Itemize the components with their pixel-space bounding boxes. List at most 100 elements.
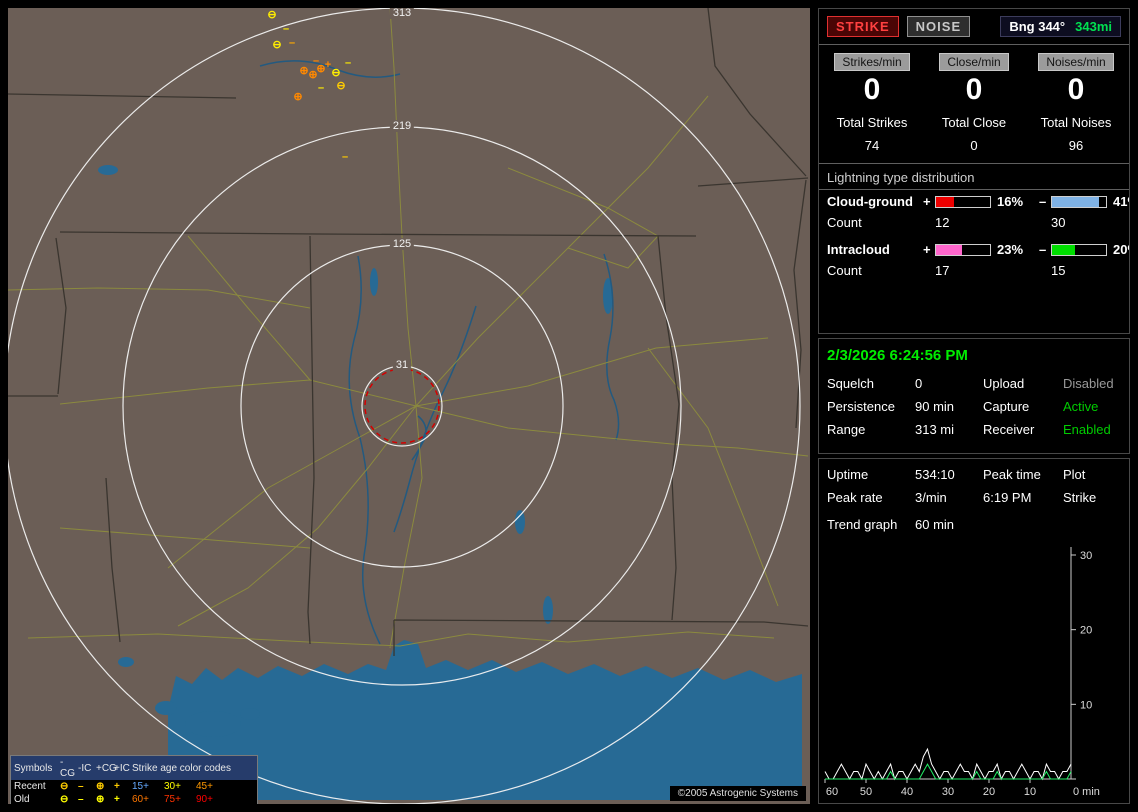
capture-label: Capture — [983, 399, 1063, 414]
age-code-45: 45+ — [196, 781, 228, 792]
legend-header: Symbols -CG -IC +CG +IC Strike age color… — [11, 756, 257, 780]
svg-text:10: 10 — [1024, 786, 1036, 798]
neg-ic-icon: – — [78, 781, 96, 792]
neg-cg-icon: ⊖ — [60, 794, 78, 804]
mode-toolbar: STRIKE NOISE Bng 344° 343mi — [819, 9, 1129, 44]
ic-plus-pct: 23% — [997, 242, 1039, 257]
count-label: Count — [827, 215, 923, 230]
strikes-rate-column: Strikes/min 0 Total Strikes 74 — [821, 53, 923, 153]
trend-graph: 3020106050403020100 min — [823, 543, 1129, 803]
cg-plus-pct: 16% — [997, 194, 1039, 209]
ic-plus-count: 17 — [935, 263, 997, 278]
legend-old-label: Old — [14, 794, 60, 804]
receiver-label: Receiver — [983, 422, 1063, 437]
ic-plus-bar — [935, 244, 991, 256]
intracloud-label: Intracloud — [827, 242, 923, 257]
plus-sign: + — [923, 242, 935, 257]
cg-minus-count: 30 — [1051, 215, 1113, 230]
noise-button[interactable]: NOISE — [907, 16, 970, 37]
distribution-title: Lightning type distribution — [819, 164, 1129, 189]
cloud-ground-row: Cloud-ground + 16% – 41% — [819, 190, 1129, 211]
plot-value: Strike — [1063, 490, 1121, 505]
trend-graph-label: Trend graph — [827, 517, 915, 532]
pos-ic-icon: + — [114, 794, 132, 804]
cloud-ground-label: Cloud-ground — [827, 194, 923, 209]
total-close-label: Total Close — [923, 115, 1025, 130]
strikes-per-min-button[interactable]: Strikes/min — [834, 53, 909, 71]
upload-value: Disabled — [1063, 376, 1121, 391]
legend-col-neg-ic: -IC — [78, 763, 96, 774]
total-strikes-label: Total Strikes — [821, 115, 923, 130]
range-ring-label: 31 — [393, 359, 411, 371]
cg-minus-bar-fill — [1052, 197, 1099, 207]
noises-per-min-button[interactable]: Noises/min — [1038, 53, 1113, 71]
status-grid: Squelch 0 Upload Disabled Persistence 90… — [819, 366, 1129, 447]
copyright-text: ©2005 Astrogenic Systems — [670, 786, 806, 801]
age-code-75: 75+ — [164, 794, 196, 804]
age-code-30: 30+ — [164, 781, 196, 792]
uptime-stats-grid: Uptime 534:10 Peak time Plot Peak rate 3… — [819, 459, 1129, 505]
strike-symbol: – — [313, 55, 319, 67]
pos-ic-icon: + — [114, 781, 132, 792]
cg-plus-bar-fill — [936, 197, 954, 207]
total-strikes-value: 74 — [821, 138, 923, 153]
system-status-panel: 2/3/2026 6:24:56 PM Squelch 0 Upload Dis… — [818, 338, 1130, 454]
noises-per-min-value: 0 — [1025, 73, 1127, 107]
strike-button[interactable]: STRIKE — [827, 16, 899, 37]
plus-sign: + — [923, 194, 935, 209]
datetime-display: 2/3/2026 6:24:56 PM — [819, 339, 1129, 366]
count-label: Count — [827, 263, 923, 278]
strike-symbol: – — [345, 57, 351, 69]
persistence-label: Persistence — [827, 399, 915, 414]
close-rate-column: Close/min 0 Total Close 0 — [923, 53, 1025, 153]
app: { "map": { "center": { "x": 394, "y": 39… — [0, 0, 1138, 812]
strike-stats-panel: STRIKE NOISE Bng 344° 343mi Strikes/min … — [818, 8, 1130, 334]
trend-graph-window: 60 min — [915, 517, 1121, 532]
pos-cg-icon: ⊕ — [96, 794, 114, 804]
lightning-map[interactable]: ⊖–⊖–⊕⊕⊕–+⊖⊕–⊖–– Symbols -CG -IC +CG +IC … — [8, 8, 810, 804]
rates-section: Strikes/min 0 Total Strikes 74 Close/min… — [819, 45, 1129, 163]
trend-panel: Uptime 534:10 Peak time Plot Peak rate 3… — [818, 458, 1130, 804]
ic-plus-bar-fill — [936, 245, 962, 255]
intracloud-row: Intracloud + 23% – 20% — [819, 238, 1129, 259]
uptime-label: Uptime — [827, 467, 915, 482]
bearing-display: Bng 344° 343mi — [1000, 16, 1121, 37]
strike-symbol: – — [318, 82, 324, 94]
trend-graph-svg: 3020106050403020100 min — [823, 543, 1127, 801]
persistence-value: 90 min — [915, 399, 983, 414]
total-noises-label: Total Noises — [1025, 115, 1127, 130]
neg-cg-icon: ⊖ — [60, 781, 78, 792]
age-code-15: 15+ — [132, 781, 164, 792]
squelch-label: Squelch — [827, 376, 915, 391]
ic-minus-bar-fill — [1052, 245, 1075, 255]
ic-minus-bar — [1051, 244, 1107, 256]
svg-text:0 min: 0 min — [1073, 786, 1100, 798]
cg-plus-count: 12 — [935, 215, 997, 230]
bearing-distance: 343mi — [1075, 19, 1112, 34]
peak-rate-label: Peak rate — [827, 490, 915, 505]
strike-symbol: ⊖ — [336, 80, 345, 92]
map-legend: Symbols -CG -IC +CG +IC Strike age color… — [10, 755, 258, 804]
peak-rate-value: 3/min — [915, 490, 983, 505]
svg-text:60: 60 — [826, 786, 838, 798]
close-per-min-button[interactable]: Close/min — [939, 53, 1008, 71]
upload-label: Upload — [983, 376, 1063, 391]
svg-text:30: 30 — [1080, 550, 1092, 562]
strike-symbol: ⊖ — [331, 67, 340, 79]
svg-text:30: 30 — [942, 786, 954, 798]
legend-symbols-header: Symbols — [14, 763, 60, 774]
legend-recent-label: Recent — [14, 781, 60, 792]
svg-text:50: 50 — [860, 786, 872, 798]
svg-text:20: 20 — [1080, 625, 1092, 637]
age-code-60: 60+ — [132, 794, 164, 804]
cg-plus-bar — [935, 196, 991, 208]
legend-row-old: Old ⊖ – ⊕ + 60+ 75+ 90+ — [11, 793, 257, 804]
peak-time-value: 6:19 PM — [983, 490, 1063, 505]
strike-symbol: ⊕ — [293, 91, 302, 103]
cloud-ground-count-row: Count 12 30 — [819, 211, 1129, 238]
capture-value: Active — [1063, 399, 1121, 414]
trend-graph-header: Trend graph 60 min — [819, 505, 1129, 532]
ic-minus-pct: 20% — [1113, 242, 1130, 257]
cg-minus-bar — [1051, 196, 1107, 208]
range-value: 313 mi — [915, 422, 983, 437]
